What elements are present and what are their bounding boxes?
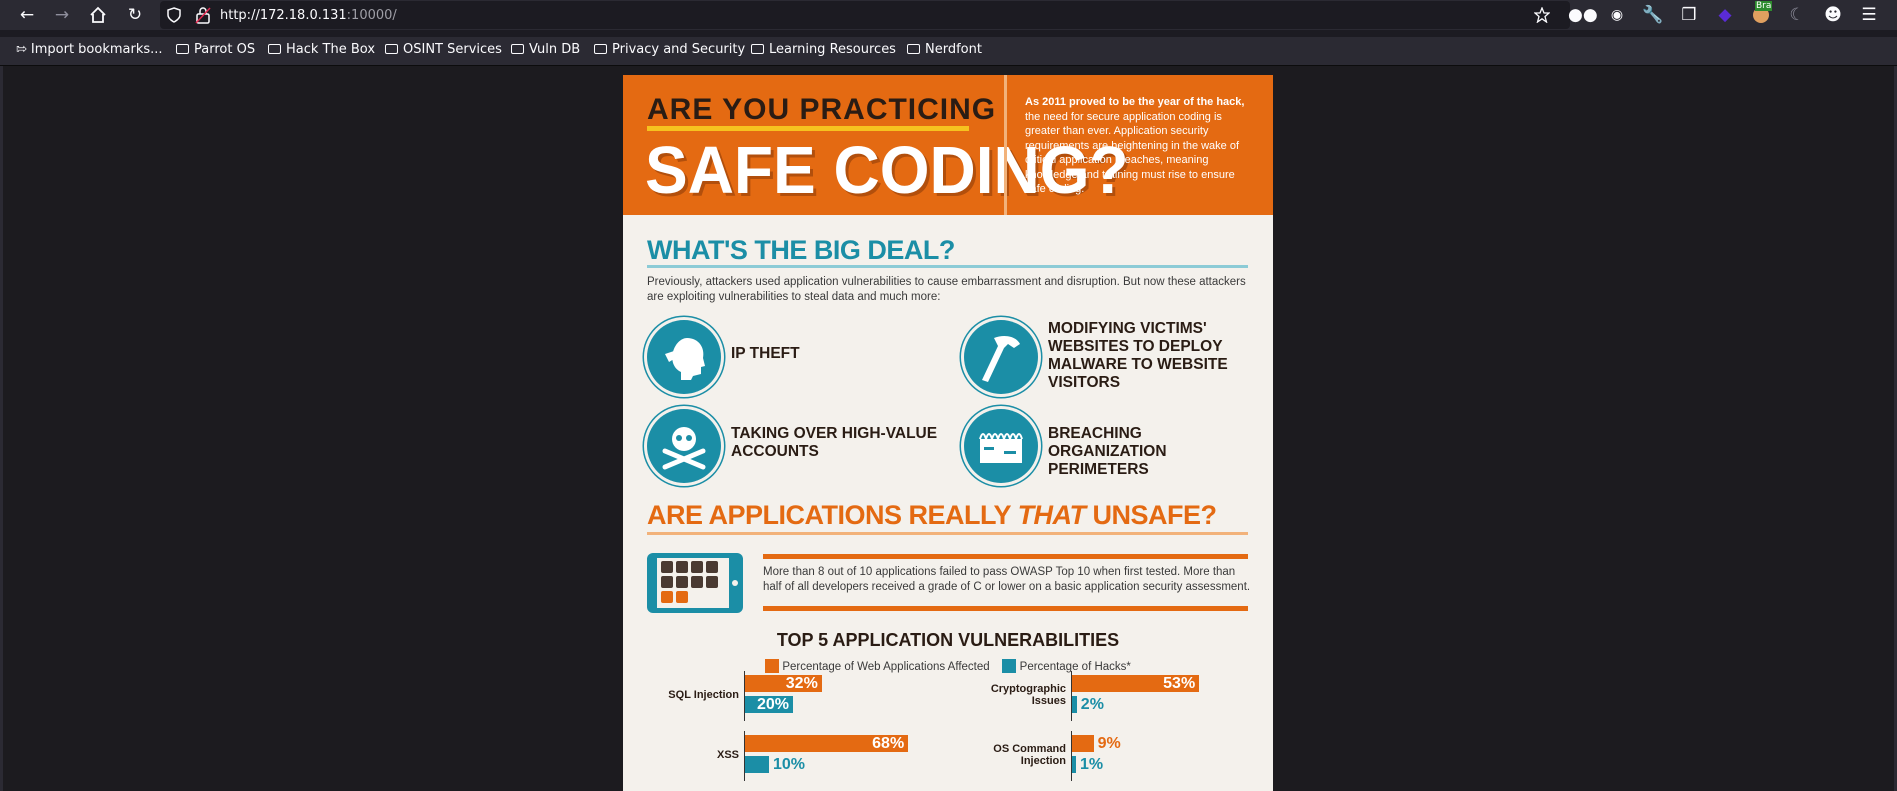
folder-icon xyxy=(751,44,764,54)
section-divider xyxy=(647,532,1248,535)
bookmark-folder-nerdfont[interactable]: Nerdfont xyxy=(907,42,982,57)
bar-chart: SQL Injection 32% 20% Cryptographic Issues 5… xyxy=(623,671,1273,791)
head-hand-icon xyxy=(647,320,721,394)
chart-category-label: SQL Injection xyxy=(668,689,739,701)
skull-crossbones-icon xyxy=(647,409,721,483)
wrench-icon[interactable]: 🔧 xyxy=(1641,3,1665,27)
extension-badge: Bra xyxy=(1755,1,1773,11)
tablet-apps-icon xyxy=(647,553,743,613)
bookmark-folder-vuln-db[interactable]: Vuln DB xyxy=(511,42,580,57)
infographic-header: ARE YOU PRACTICING SAFE CODING? As 2011 … xyxy=(623,75,1273,215)
import-icon: ⇰ xyxy=(16,42,27,57)
chart-title: TOP 5 APPLICATION VULNERABILITIES xyxy=(776,630,1120,650)
extensions-icon[interactable]: ❒ xyxy=(1677,3,1701,27)
bookmark-folder-osint-services[interactable]: OSINT Services xyxy=(385,42,502,57)
legend-label-hacks: Percentage of Hacks* xyxy=(1019,661,1131,673)
bookmark-star-icon[interactable] xyxy=(1534,7,1550,23)
stat-bar-top xyxy=(763,554,1248,559)
header-intro: As 2011 proved to be the year of the hac… xyxy=(1025,96,1245,195)
hammer-icon xyxy=(964,320,1038,394)
bar-label-apps: 68% xyxy=(872,735,905,752)
dark-mode-moon-icon[interactable]: ☾ xyxy=(1785,3,1809,27)
shield-icon[interactable] xyxy=(166,7,182,23)
chart-category-label: Cryptographic Issues xyxy=(990,683,1066,707)
extension-diamond-icon[interactable]: ◆ xyxy=(1713,3,1737,27)
folder-icon xyxy=(511,44,524,54)
url-bar[interactable]: http://172.18.0.131:10000/ xyxy=(160,1,1570,29)
header-line-1: ARE YOU PRACTICING xyxy=(647,93,997,126)
legend-swatch-apps xyxy=(765,659,780,673)
extension-avatar-icon[interactable]: Bra xyxy=(1749,1,1773,27)
bar-hacks xyxy=(1072,696,1077,713)
forward-arrow-icon[interactable]: → xyxy=(50,3,74,27)
mask-icon[interactable]: ●● xyxy=(1568,3,1598,27)
bar-label-apps: 9% xyxy=(1097,735,1121,752)
folder-icon xyxy=(594,44,607,54)
reload-icon[interactable]: ↻ xyxy=(123,3,147,27)
bar-hacks xyxy=(745,756,769,773)
section-divider xyxy=(647,265,1248,268)
browser-toolbar: ← → ↻ http://172.18.0.131:10000/ ●● ◉ 🔧 … xyxy=(0,0,1897,30)
bookmark-folder-hack-the-box[interactable]: Hack The Box xyxy=(268,42,375,57)
bookmark-folder-privacy-security[interactable]: Privacy and Security xyxy=(594,42,745,57)
bar-label-apps: 32% xyxy=(785,675,818,692)
threat-label-ip-theft: IP THEFT xyxy=(731,345,800,362)
header-divider xyxy=(1004,75,1007,215)
bar-apps-affected xyxy=(1072,735,1094,752)
bar-hacks xyxy=(1072,756,1076,773)
account-icon[interactable]: ◉ xyxy=(1605,3,1629,27)
legend-label-apps: Percentage of Web Applications Affected xyxy=(782,661,990,673)
home-icon[interactable] xyxy=(86,3,110,27)
bar-label-apps: 53% xyxy=(1163,675,1196,692)
bookmark-folder-parrot-os[interactable]: Parrot OS xyxy=(176,42,255,57)
infographic-image: ARE YOU PRACTICING SAFE CODING? As 2011 … xyxy=(623,75,1273,791)
section-text-big-deal: Previously, attackers used application v… xyxy=(647,276,1246,303)
stat-bar-bottom xyxy=(763,606,1248,611)
menu-hamburger-icon[interactable]: ☰ xyxy=(1857,3,1881,27)
threat-label-breaching-perimeters: BREACHING ORGANIZATION PERIMETERS xyxy=(1048,425,1167,478)
bookmark-folder-learning-resources[interactable]: Learning Resources xyxy=(751,42,896,57)
folder-icon xyxy=(385,44,398,54)
chart-category-label: OS Command Injection xyxy=(993,743,1066,767)
section-text-unsafe: More than 8 out of 10 applications faile… xyxy=(763,566,1251,593)
folder-icon xyxy=(268,44,281,54)
legend-swatch-hacks xyxy=(1002,659,1017,673)
insecure-lock-icon[interactable] xyxy=(195,6,211,24)
threat-label-taking-over-accounts: TAKING OVER HIGH-VALUE ACCOUNTS xyxy=(731,425,938,460)
chart-category-label: XSS xyxy=(716,749,739,761)
back-arrow-icon[interactable]: ← xyxy=(15,3,39,27)
section-title-big-deal: WHAT'S THE BIG DEAL? xyxy=(647,235,955,265)
bar-label-hacks: 1% xyxy=(1080,756,1104,773)
bar-label-hacks: 20% xyxy=(756,696,789,713)
fence-barrier-icon xyxy=(964,409,1038,483)
bar-label-hacks: 2% xyxy=(1080,696,1104,713)
bookmarks-toolbar: ⇰ Import bookmarks... Parrot OS Hack The … xyxy=(0,37,1897,66)
bar-label-hacks: 10% xyxy=(773,756,806,773)
url-text[interactable]: http://172.18.0.131:10000/ xyxy=(220,8,397,23)
section-title-unsafe: ARE APPLICATIONS REALLY THAT UNSAFE? xyxy=(647,500,1217,530)
chart-legend: Percentage of Web Applications Affected … xyxy=(623,659,1273,673)
threat-label-modifying-websites: MODIFYING VICTIMS' WEBSITES TO DEPLOY MA… xyxy=(1048,320,1228,391)
folder-icon xyxy=(907,44,920,54)
folder-icon xyxy=(176,44,189,54)
bookmark-import[interactable]: ⇰ Import bookmarks... xyxy=(16,42,163,57)
extension-face-icon[interactable]: ☻ xyxy=(1821,3,1845,27)
